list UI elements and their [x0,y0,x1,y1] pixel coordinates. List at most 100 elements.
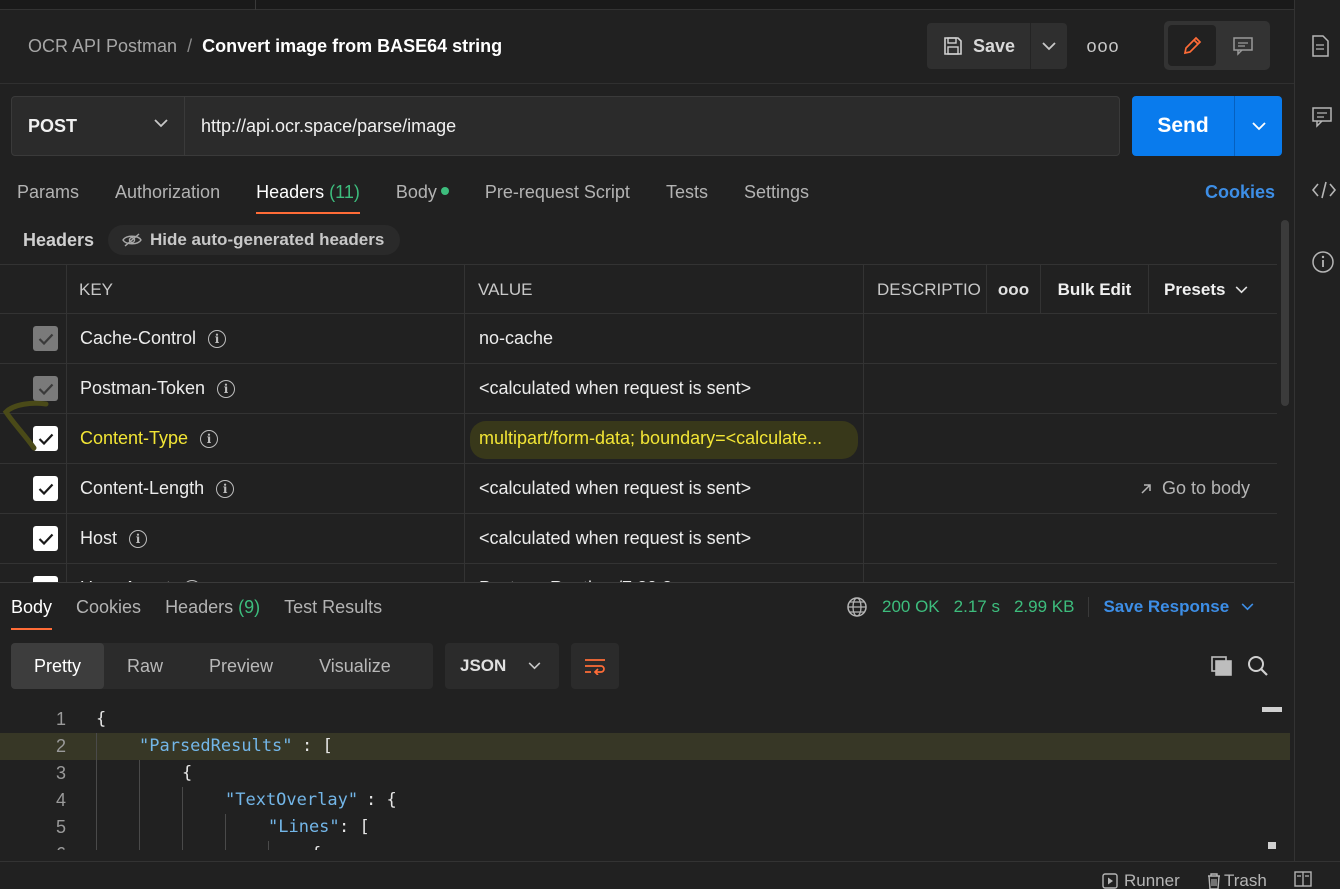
chevron-down-icon [1251,121,1266,131]
status-code[interactable]: 200 OK [882,597,940,617]
info-icon[interactable]: i [216,479,235,498]
row-enabled-checkbox[interactable] [33,526,58,551]
code-text: { [182,763,193,783]
response-divider[interactable] [0,582,1295,583]
response-tab-headers[interactable]: Headers (9) [165,596,260,630]
view-preview[interactable]: Preview [186,643,296,689]
comment-mode-button[interactable] [1220,25,1266,66]
wrap-lines-icon [583,657,607,675]
info-icon[interactable]: i [129,529,148,548]
breadcrumb-collection[interactable]: OCR API Postman [28,36,177,57]
format-select[interactable]: JSON [445,643,559,689]
comments-icon[interactable] [1311,106,1333,128]
table-row: Postman-Token i <calculated when request … [0,364,1277,414]
breadcrumb-separator: / [187,35,193,56]
save-response-button[interactable]: Save Response [1088,597,1254,617]
cookies-link[interactable]: Cookies [1205,180,1275,204]
hide-auto-headers-button[interactable]: Hide auto-generated headers [108,225,400,255]
tab-params[interactable]: Params [17,180,79,214]
row-enabled-checkbox[interactable] [33,326,58,351]
documentation-icon[interactable] [1311,34,1329,58]
bulk-edit-button[interactable]: Bulk Edit [1041,265,1149,314]
presets-label: Presets [1164,279,1226,299]
line-number: 5 [55,817,66,837]
hide-auto-headers-label: Hide auto-generated headers [150,230,385,249]
view-visualize[interactable]: Visualize [296,643,414,689]
right-sidebar [1294,0,1340,861]
line-number: 6 [0,841,66,850]
code-scroll-end[interactable] [1268,842,1276,849]
view-raw[interactable]: Raw [104,643,186,689]
response-tab-test-results[interactable]: Test Results [284,596,382,630]
globe-icon[interactable] [846,596,868,618]
response-code-view[interactable]: 1 { 2 "ParsedResults" : [ 3 { 4 "TextOve… [0,706,1290,850]
go-to-body-link[interactable]: Go to body [1140,464,1250,513]
send-dropdown-button[interactable] [1234,96,1282,156]
save-button[interactable]: Save [927,23,1030,69]
header-value-cell[interactable]: multipart/form-data; boundary=<calculate… [479,414,855,463]
row-enabled-checkbox[interactable] [33,476,58,501]
header-key-cell[interactable]: Postman-Token i [80,364,236,413]
copy-icon[interactable] [1210,655,1234,677]
header-value-cell[interactable]: no-cache [479,314,855,363]
line-number: 1 [55,709,66,729]
response-time[interactable]: 2.17 s [954,597,1000,617]
tab-prerequest-script[interactable]: Pre-request Script [485,180,630,214]
header-key-cell[interactable]: User-Agenti [80,564,202,582]
save-dropdown-button[interactable] [1030,23,1067,69]
more-actions-button[interactable]: ooo [1086,34,1118,58]
header-value-cell[interactable]: <calculated when request is sent> [479,464,855,513]
header-key-text: Host [80,528,118,548]
tab-tests[interactable]: Tests [666,180,708,214]
info-icon[interactable]: i [200,429,219,448]
chevron-down-icon [154,119,168,128]
response-tab-headers-label: Headers [165,597,234,617]
go-to-body-label: Go to body [1162,478,1251,498]
headers-scrollbar[interactable] [1281,220,1289,406]
tab-authorization[interactable]: Authorization [115,180,220,214]
indent-guide [96,733,97,850]
search-icon[interactable] [1247,655,1269,677]
tab-headers[interactable]: Headers (11) [256,180,360,214]
tab-body[interactable]: Body [396,180,449,214]
edit-mode-button[interactable] [1168,25,1216,66]
send-button[interactable]: Send [1132,96,1234,156]
table-more-button[interactable]: ooo [986,265,1041,314]
annotation-arrow-icon [2,398,52,458]
info-icon[interactable]: i [217,379,236,398]
response-tab-cookies[interactable]: Cookies [76,596,141,630]
layout-toggle-button[interactable] [1294,871,1312,887]
header-key-cell[interactable]: Content-Length i [80,464,235,513]
header-key-text: Content-Type [80,428,189,448]
runner-button[interactable]: Runner [1102,871,1180,889]
url-input[interactable]: http://api.ocr.space/parse/image [184,96,1120,156]
code-snippet-icon[interactable] [1311,180,1337,200]
column-header-value: VALUE [478,279,533,299]
presets-dropdown[interactable]: Presets [1149,265,1277,314]
header-key-cell[interactable]: Content-Type i [80,414,219,463]
indent-guide [268,841,269,850]
chevron-down-icon [1241,603,1254,611]
method-select[interactable]: POST [11,96,185,156]
info-panel-icon[interactable] [1311,250,1335,274]
code-scroll-thumb[interactable] [1262,707,1282,712]
chevron-down-icon [528,662,541,670]
request-name[interactable]: Convert image from BASE64 string [202,36,502,57]
tab-settings[interactable]: Settings [744,180,809,214]
header-value-cell[interactable]: <calculated when request is sent> [479,364,855,413]
header-key-cell[interactable]: Cache-Control i [80,314,227,363]
trash-button[interactable]: Trash [1206,871,1267,889]
response-size[interactable]: 2.99 KB [1014,597,1075,617]
response-view-tabs: Pretty Raw Preview Visualize [11,643,433,689]
info-icon[interactable]: i [208,329,227,348]
request-tabs: Params Authorization Headers (11) Body P… [17,180,845,214]
body-indicator-dot [440,187,449,196]
response-tab-body[interactable]: Body [11,596,53,630]
header-key-cell[interactable]: Host i [80,514,148,563]
view-pretty[interactable]: Pretty [11,643,105,689]
json-key: "Lines" [268,817,340,837]
eye-off-icon [122,233,142,247]
wrap-lines-button[interactable] [571,643,619,689]
header-value-cell[interactable]: <calculated when request is sent> [479,514,855,563]
header-value-cell[interactable]: PostmanRuntime/7.29.2 [479,564,855,582]
